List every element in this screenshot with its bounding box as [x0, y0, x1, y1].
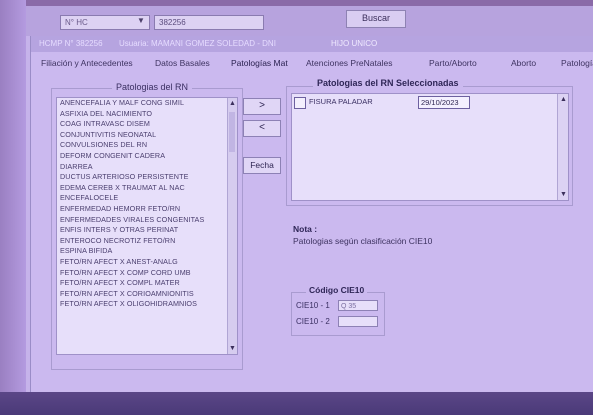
list-item[interactable]: ENTEROCO NECROTIZ FETO/RN — [57, 236, 237, 247]
chevron-down-icon[interactable]: ▼ — [229, 345, 236, 352]
left-list-scrollbar[interactable]: ▲ ▼ — [227, 98, 237, 354]
cie10-1-input[interactable]: Q 35 — [338, 300, 378, 311]
row-checkbox[interactable] — [294, 97, 306, 109]
selected-pathologies-list[interactable]: FISURA PALADAR 29/10/2023 ▲ ▼ — [291, 93, 569, 201]
list-item[interactable]: FETO/RN AFECT X CORIOAMNIONITIS — [57, 289, 237, 300]
search-bar: N° HC ▼ 382256 Buscar — [26, 6, 593, 36]
tab-patologias-mat[interactable]: Patologías Mat — [231, 58, 288, 68]
right-list-scrollbar[interactable]: ▲ ▼ — [557, 94, 568, 200]
tab-datos-basales[interactable]: Datos Basales — [155, 58, 210, 68]
date-button[interactable]: Fecha — [243, 157, 281, 174]
list-item[interactable]: FETO/RN AFECT X OLIGOHIDRAMNIOS — [57, 299, 237, 310]
note-text: Patologias según clasificación CIE10 — [293, 236, 433, 246]
remove-pathology-button[interactable]: < — [243, 120, 281, 137]
add-pathology-button[interactable]: > — [243, 98, 281, 115]
selected-pathology-date[interactable]: 29/10/2023 — [418, 96, 470, 109]
monitor-bezel — [0, 392, 593, 415]
tab-atenciones-prenatales[interactable]: Atenciones PreNatales — [306, 58, 392, 68]
list-item[interactable]: DIARREA — [57, 162, 237, 173]
list-item[interactable]: CONJUNTIVITIS NEONATAL — [57, 130, 237, 141]
list-item[interactable]: COAG INTRAVASC DISEM — [57, 119, 237, 130]
window-title-child: HIJO UNICO — [331, 39, 378, 48]
rn-pathologies-list[interactable]: ANENCEFALIA Y MALF CONG SIMIL ASFIXIA DE… — [56, 97, 238, 355]
cie10-frame: Código CIE10 CIE10 - 1 Q 35 CIE10 - 2 — [291, 285, 385, 336]
tab-filiacion[interactable]: Filiación y Antecedentes — [41, 58, 133, 68]
tab-aborto[interactable]: Aborto — [511, 58, 536, 68]
cie10-1-label: CIE10 - 1 — [296, 301, 330, 310]
list-item[interactable]: ESPINA BIFIDA — [57, 246, 237, 257]
tab-patologia[interactable]: Patología — [561, 58, 593, 68]
list-item[interactable]: ANENCEFALIA Y MALF CONG SIMIL — [57, 98, 237, 109]
list-item[interactable]: DEFORM CONGENIT CADERA — [57, 151, 237, 162]
rn-pathologies-legend: Patologias del RN — [112, 82, 193, 92]
list-item[interactable]: FETO/RN AFECT X ANEST-ANALG — [57, 257, 237, 268]
scrollbar-thumb[interactable] — [229, 112, 235, 152]
cie10-2-label: CIE10 - 2 — [296, 317, 330, 326]
window-title-hc: HCMP N° 382256 — [39, 39, 103, 48]
list-item[interactable]: ENFIS INTERS Y OTRAS PERINAT — [57, 225, 237, 236]
monitor-left-edge — [0, 0, 26, 392]
table-row[interactable]: FISURA PALADAR 29/10/2023 — [294, 96, 534, 109]
search-button[interactable]: Buscar — [346, 10, 406, 28]
selected-pathologies-frame: Patologias del RN Seleccionadas FISURA P… — [286, 78, 573, 206]
list-item[interactable]: ENFERMEDADES VIRALES CONGENITAS — [57, 215, 237, 226]
note-title: Nota : — [293, 224, 318, 234]
screen: N° HC ▼ 382256 Buscar HCMP N° 382256 Usu… — [26, 6, 593, 392]
patient-window: HCMP N° 382256 Usuaria: MAMANI GOMEZ SOL… — [30, 36, 593, 392]
chevron-down-icon[interactable]: ▼ — [560, 191, 567, 198]
hc-number-input[interactable]: 382256 — [154, 15, 264, 30]
cie10-legend: Código CIE10 — [306, 285, 368, 295]
list-item[interactable]: ASFIXIA DEL NACIMIENTO — [57, 109, 237, 120]
list-item[interactable]: CONVULSIONES DEL RN — [57, 140, 237, 151]
rn-pathologies-frame: Patologias del RN ANENCEFALIA Y MALF CON… — [51, 82, 243, 370]
list-item[interactable]: FETO/RN AFECT X COMPL MATER — [57, 278, 237, 289]
chevron-up-icon[interactable]: ▲ — [229, 100, 236, 107]
selected-pathology-name: FISURA PALADAR — [309, 97, 373, 106]
chevron-up-icon[interactable]: ▲ — [560, 96, 567, 103]
list-item[interactable]: ENFERMEDAD HEMORR FETO/RN — [57, 204, 237, 215]
list-item[interactable]: DUCTUS ARTERIOSO PERSISTENTE — [57, 172, 237, 183]
cie10-2-input[interactable] — [338, 316, 378, 327]
tab-parto-aborto[interactable]: Parto/Aborto — [429, 58, 477, 68]
window-titlebar: HCMP N° 382256 Usuaria: MAMANI GOMEZ SOL… — [31, 36, 593, 52]
window-title-patient: Usuaria: MAMANI GOMEZ SOLEDAD - DNI — [119, 39, 276, 48]
chevron-down-icon[interactable]: ▼ — [137, 16, 145, 25]
selected-pathologies-legend: Patologias del RN Seleccionadas — [313, 78, 463, 88]
list-item[interactable]: FETO/RN AFECT X COMP CORD UMB — [57, 268, 237, 279]
list-item[interactable]: ENCEFALOCELE — [57, 193, 237, 204]
list-item[interactable]: EDEMA CEREB X TRAUMAT AL NAC — [57, 183, 237, 194]
